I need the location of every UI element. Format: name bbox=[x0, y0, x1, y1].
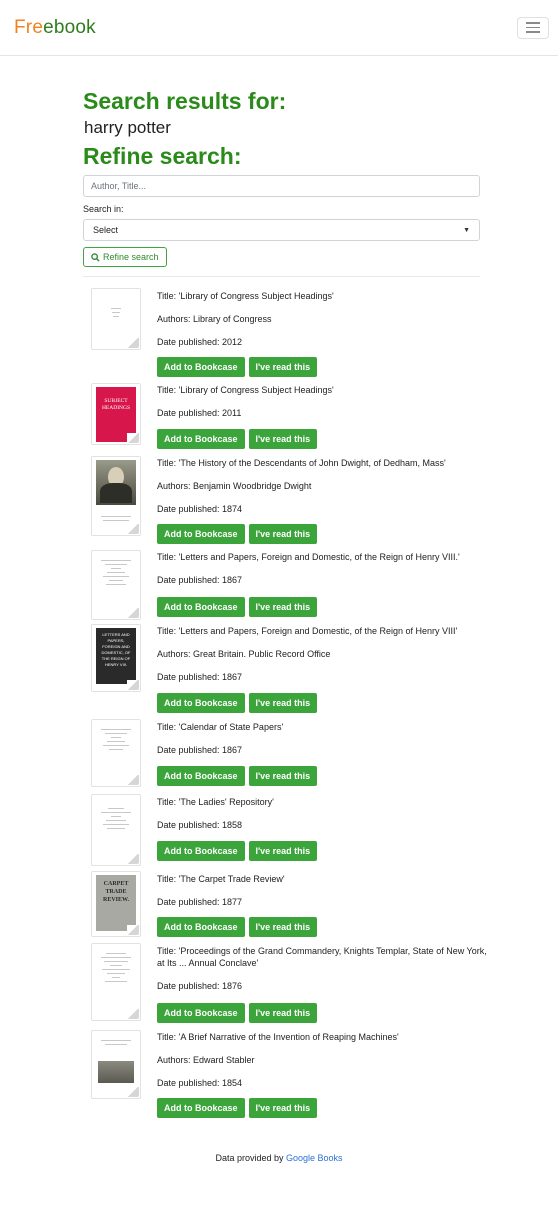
read-this-button[interactable]: I've read this bbox=[248, 841, 318, 861]
search-panel: Search results for: harry potter Refine … bbox=[83, 56, 480, 277]
results-heading: Search results for: bbox=[83, 88, 287, 114]
add-to-bookcase-button[interactable]: Add to Bookcase bbox=[157, 597, 245, 617]
brand-logo[interactable]: Freebook bbox=[14, 17, 96, 39]
select-value: Select bbox=[93, 225, 119, 235]
refine-search-button[interactable]: Refine search bbox=[83, 247, 167, 267]
result-title: Title: 'The Carpet Trade Review' bbox=[157, 874, 285, 884]
add-to-bookcase-button[interactable]: Add to Bookcase bbox=[157, 1098, 245, 1118]
search-query: harry potter bbox=[84, 118, 171, 137]
brand-part-1: Fre bbox=[14, 16, 44, 38]
read-this-button[interactable]: I've read this bbox=[248, 917, 318, 937]
result-date: Date published: 1854 bbox=[157, 1078, 243, 1088]
book-cover[interactable]: LETTERS AND PAPERS, FOREIGN AND DOMESTIC… bbox=[91, 624, 141, 692]
add-to-bookcase-button[interactable]: Add to Bookcase bbox=[157, 766, 245, 786]
search-icon bbox=[91, 252, 100, 262]
refine-heading: Refine search: bbox=[83, 143, 242, 169]
read-this-button[interactable]: I've read this bbox=[248, 357, 318, 377]
result-title: Title: 'Library of Congress Subject Head… bbox=[157, 291, 334, 301]
footer-text: Data provided by bbox=[215, 1153, 286, 1163]
add-to-bookcase-button[interactable]: Add to Bookcase bbox=[157, 693, 245, 713]
result-authors: Authors: Great Britain. Public Record Of… bbox=[157, 649, 331, 659]
result-date: Date published: 2011 bbox=[157, 408, 242, 418]
result-date: Date published: 1874 bbox=[157, 504, 243, 514]
navbar: Freebook bbox=[0, 0, 558, 56]
footer: Data provided by Google Books bbox=[0, 1153, 558, 1163]
read-this-button[interactable]: I've read this bbox=[248, 1003, 318, 1023]
search-in-select[interactable]: Select ▼ bbox=[83, 219, 480, 241]
caret-down-icon: ▼ bbox=[463, 226, 470, 234]
result-title: Title: 'Library of Congress Subject Head… bbox=[157, 385, 334, 395]
hamburger-icon[interactable] bbox=[517, 16, 549, 39]
read-this-button[interactable]: I've read this bbox=[248, 597, 318, 617]
read-this-button[interactable]: I've read this bbox=[248, 1098, 318, 1118]
search-input[interactable]: Author, Title... bbox=[83, 175, 480, 197]
result-title: Title: 'The Ladies' Repository' bbox=[157, 797, 274, 807]
result-date: Date published: 1867 bbox=[157, 672, 243, 682]
search-input-placeholder: Author, Title... bbox=[91, 181, 147, 191]
result-title: Title: 'Calendar of State Papers' bbox=[157, 722, 284, 732]
search-in-label: Search in: bbox=[83, 204, 124, 214]
result-date: Date published: 1858 bbox=[157, 820, 243, 830]
add-to-bookcase-button[interactable]: Add to Bookcase bbox=[157, 917, 245, 937]
result-title: Title: 'The History of the Descendants o… bbox=[157, 458, 446, 468]
result-date: Date published: 1877 bbox=[157, 897, 243, 907]
book-cover[interactable] bbox=[91, 943, 141, 1021]
result-authors: Authors: Edward Stabler bbox=[157, 1055, 255, 1065]
result-title: Title: 'Letters and Papers, Foreign and … bbox=[157, 552, 460, 562]
book-cover[interactable] bbox=[91, 1030, 141, 1099]
read-this-button[interactable]: I've read this bbox=[248, 693, 318, 713]
book-cover[interactable] bbox=[91, 719, 141, 787]
result-date: Date published: 1867 bbox=[157, 575, 243, 585]
google-books-link[interactable]: Google Books bbox=[286, 1153, 343, 1163]
cover-title: LETTERS AND PAPERS, FOREIGN AND DOMESTIC… bbox=[101, 632, 131, 667]
book-cover[interactable] bbox=[91, 456, 141, 536]
book-cover[interactable] bbox=[91, 550, 141, 620]
brand-part-2: ebook bbox=[43, 16, 96, 38]
result-authors: Authors: Library of Congress bbox=[157, 314, 272, 324]
book-cover[interactable] bbox=[91, 794, 141, 866]
refine-search-label: Refine search bbox=[103, 252, 159, 262]
cover-title: SUBJECT HEADINGS bbox=[101, 398, 131, 411]
read-this-button[interactable]: I've read this bbox=[248, 524, 318, 544]
result-date: Date published: 1867 bbox=[157, 745, 243, 755]
result-title: Title: 'A Brief Narrative of the Inventi… bbox=[157, 1032, 399, 1042]
read-this-button[interactable]: I've read this bbox=[248, 766, 318, 786]
result-title: Title: 'Proceedings of the Grand Command… bbox=[157, 946, 487, 968]
divider bbox=[83, 276, 480, 277]
read-this-button[interactable]: I've read this bbox=[248, 429, 318, 449]
add-to-bookcase-button[interactable]: Add to Bookcase bbox=[157, 357, 245, 377]
add-to-bookcase-button[interactable]: Add to Bookcase bbox=[157, 1003, 245, 1023]
add-to-bookcase-button[interactable]: Add to Bookcase bbox=[157, 429, 245, 449]
result-date: Date published: 2012 bbox=[157, 337, 243, 347]
result-date: Date published: 1876 bbox=[157, 981, 243, 991]
result-title: Title: 'Letters and Papers, Foreign and … bbox=[157, 626, 458, 636]
add-to-bookcase-button[interactable]: Add to Bookcase bbox=[157, 524, 245, 544]
book-cover[interactable]: CARPET TRADE REVIEW. bbox=[91, 871, 141, 937]
book-cover[interactable] bbox=[91, 288, 141, 350]
add-to-bookcase-button[interactable]: Add to Bookcase bbox=[157, 841, 245, 861]
result-authors: Authors: Benjamin Woodbridge Dwight bbox=[157, 481, 312, 491]
cover-title: CARPET TRADE REVIEW. bbox=[103, 881, 129, 903]
book-cover[interactable]: SUBJECT HEADINGS bbox=[91, 383, 141, 445]
